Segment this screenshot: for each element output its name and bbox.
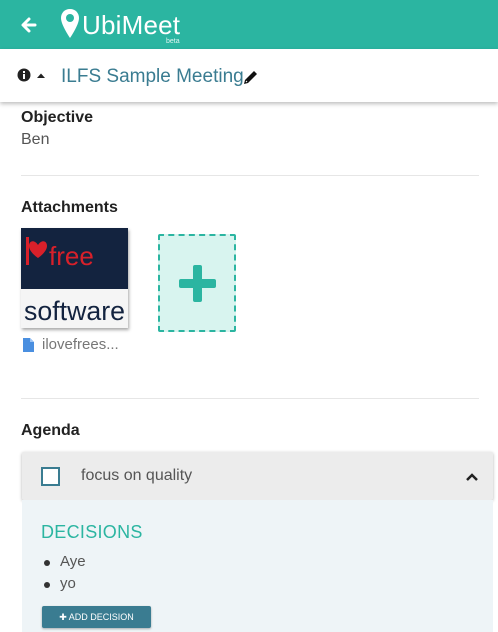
thumbnail-text-bottom: software <box>24 296 125 326</box>
attachments-label: Attachments <box>21 199 118 216</box>
file-icon <box>23 338 34 352</box>
add-decision-button[interactable]: ✚ ADD DECISION <box>42 606 151 628</box>
collapse-button[interactable] <box>465 470 479 482</box>
thumbnail-text-top: free <box>49 241 94 271</box>
agenda-item-title: focus on quality <box>81 467 193 484</box>
objective-label: Objective <box>21 109 94 126</box>
agenda-item-checkbox[interactable] <box>41 467 60 486</box>
pencil-icon <box>244 71 257 84</box>
add-attachment-button[interactable] <box>158 234 236 332</box>
plus-icon: ✚ <box>59 612 67 622</box>
app-tag: beta <box>166 38 180 45</box>
decision-item: yo <box>41 575 86 597</box>
agenda-item-header[interactable]: focus on quality <box>22 452 493 500</box>
agenda-item-details: DECISIONS Aye yo ✚ ADD DECISION <box>22 500 493 632</box>
meeting-details: Objective Ben Attachments free software … <box>0 102 498 632</box>
divider <box>21 175 479 176</box>
chevron-up-icon <box>466 473 478 481</box>
edit-title-button[interactable] <box>242 69 259 86</box>
decisions-heading: DECISIONS <box>41 522 143 542</box>
info-toggle-button[interactable] <box>17 68 49 84</box>
app-bar: UbiMeet beta <box>0 0 498 49</box>
back-button[interactable] <box>18 14 40 36</box>
location-pin-icon <box>61 9 79 38</box>
decision-list: Aye yo <box>41 553 86 597</box>
info-icon <box>17 68 31 82</box>
add-decision-label: ADD DECISION <box>68 612 134 622</box>
app-name: UbiMeet <box>82 10 181 40</box>
caret-up-icon <box>37 73 45 78</box>
meeting-header: ILFS Sample Meeting <box>0 49 498 102</box>
arrow-left-icon <box>21 17 37 33</box>
attachment-thumbnail[interactable]: free software <box>21 228 128 328</box>
decision-item: Aye <box>41 553 86 575</box>
divider <box>21 398 479 399</box>
meeting-title[interactable]: ILFS Sample Meeting <box>61 66 244 88</box>
attachment-file-name: ilovefrees... <box>42 336 119 353</box>
agenda-label: Agenda <box>21 422 80 439</box>
objective-value: Ben <box>21 131 50 148</box>
plus-icon <box>179 265 216 302</box>
